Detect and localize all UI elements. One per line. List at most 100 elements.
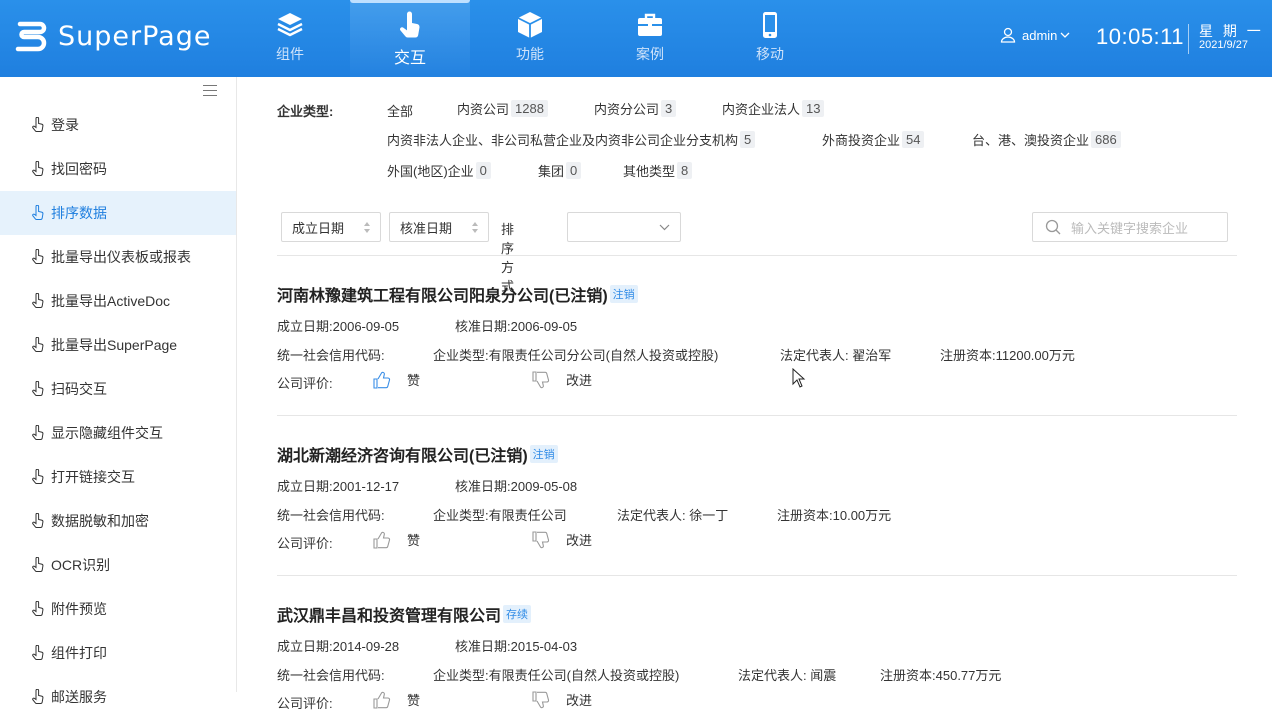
approved-row: 核准日期:2015-04-03 [455, 636, 577, 655]
sidebar-item[interactable]: 找回密码 [0, 147, 236, 191]
status-badge: 注销 [529, 445, 558, 463]
sidebar-item[interactable]: 批量导出ActiveDoc [0, 279, 236, 323]
sidebar-item[interactable]: 排序数据 [0, 191, 236, 235]
sidebar-item[interactable]: 数据脱敏和加密 [0, 499, 236, 543]
company-type-label: 企业类型: [433, 508, 489, 523]
improve-label: 改进 [566, 533, 593, 548]
filter-option[interactable]: 集团 0 [538, 161, 582, 180]
sort-method-select[interactable] [567, 212, 681, 242]
like-button[interactable]: 赞 [373, 690, 420, 709]
filter-option-all[interactable]: 全部 [387, 101, 413, 120]
hand-pointer-icon [32, 513, 44, 529]
improve-button[interactable]: 改进 [532, 530, 592, 549]
hand-pointer-icon [32, 425, 44, 441]
established-row: 成立日期:2014-09-28 [277, 636, 399, 655]
menu-collapse-icon[interactable] [203, 85, 217, 97]
nav-item-features[interactable]: 功能 [470, 0, 590, 77]
filter-option-count: 0 [475, 162, 491, 179]
divider [277, 415, 1237, 416]
superpage-logo-icon [15, 21, 47, 52]
sidebar-item[interactable]: 批量导出仪表板或报表 [0, 235, 236, 279]
filter-option[interactable]: 内资企业法人 13 [722, 99, 825, 118]
sidebar-item[interactable]: 附件预览 [0, 587, 236, 631]
company-name-link[interactable]: 湖北新潮经济咨询有限公司(已注销) 注销 [277, 444, 1237, 465]
sidebar-item-label: 显示隐藏组件交互 [51, 425, 163, 441]
filter-option[interactable]: 台、港、澳投资企业 686 [972, 130, 1121, 149]
hand-pointer-icon [32, 205, 44, 221]
sidebar-item[interactable]: 登录 [0, 103, 236, 147]
company-card: 河南林豫建筑工程有限公司阳泉分公司(已注销) 注销 成立日期:2006-09-05 核… [277, 284, 1237, 391]
nav-label: 交互 [393, 50, 426, 67]
legal-rep-row: 法定代表人: 翟治军 [780, 345, 891, 364]
thumbs-up-icon[interactable] [373, 691, 391, 709]
sidebar-item-label: 排序数据 [51, 205, 107, 221]
sidebar-item[interactable]: 扫码交互 [0, 367, 236, 411]
capital-label: 注册资本: [880, 668, 936, 683]
capital: 10.00万元 [832, 508, 892, 523]
improve-button[interactable]: 改进 [532, 690, 592, 709]
status-badge: 注销 [609, 285, 638, 303]
cube-icon [517, 12, 543, 38]
like-label: 赞 [407, 533, 421, 548]
capital-label: 注册资本: [777, 508, 833, 523]
sort-by-established-button[interactable]: 成立日期 [281, 212, 381, 242]
user-icon [1000, 27, 1016, 43]
nav-item-components[interactable]: 组件 [230, 0, 350, 77]
filter-option-label: 外国(地区)企业 [387, 164, 474, 179]
hand-pointer-icon [32, 557, 44, 573]
nav-item-mobile[interactable]: 移动 [710, 0, 830, 77]
filter-option[interactable]: 外国(地区)企业 0 [387, 161, 491, 180]
sidebar: 登录 找回密码排序数据批量导出仪表板或报表 批量导出ActiveDoc 批量导出Sup… [0, 77, 237, 705]
filter-option[interactable]: 内资非法人企业、非公司私营企业及内资非公司企业分支机构 5 [387, 130, 756, 149]
improve-button[interactable]: 改进 [532, 370, 592, 389]
thumbs-up-icon[interactable] [373, 531, 391, 549]
filter-option[interactable]: 外商投资企业 54 [822, 130, 925, 149]
sidebar-item[interactable]: 打开链接交互 [0, 455, 236, 499]
improve-label: 改进 [566, 693, 593, 708]
legal-rep-row: 法定代表人: 闻震 [738, 665, 836, 684]
hand-pointer-icon [32, 249, 44, 265]
sidebar-item[interactable]: OCR识别 [0, 543, 236, 587]
established-date: 2014-09-28 [332, 639, 400, 654]
sidebar-item[interactable]: 批量导出SuperPage [0, 323, 236, 367]
filter-option-label: 其他类型 [623, 164, 676, 179]
clock-time: 10:05:11 [1096, 24, 1185, 49]
credit-code-label: 统一社会信用代码: [277, 508, 385, 523]
thumbs-down-icon[interactable] [532, 690, 550, 709]
sort-by-approved-button[interactable]: 核准日期 [389, 212, 489, 242]
filter-option-count: 54 [902, 131, 925, 148]
sidebar-item[interactable]: 组件打印 [0, 631, 236, 675]
sidebar-item[interactable]: 邮送服务 [0, 675, 236, 719]
hand-pointer-icon [32, 117, 44, 133]
filter-option[interactable]: 内资分公司 3 [594, 99, 677, 118]
established-label: 成立日期: [277, 639, 333, 654]
company-search-input[interactable]: 输入关键字搜索企业 [1032, 212, 1228, 242]
company-name-link[interactable]: 河南林豫建筑工程有限公司阳泉分公司(已注销) 注销 [277, 284, 1237, 305]
hand-pointer-icon [32, 381, 44, 397]
sort-field-label: 核准日期 [400, 220, 453, 236]
capital-label: 注册资本: [940, 348, 996, 363]
like-button[interactable]: 赞 [373, 370, 420, 389]
thumbs-down-icon[interactable] [532, 370, 550, 389]
thumbs-down-icon[interactable] [532, 530, 550, 549]
approved-row: 核准日期:2006-09-05 [455, 316, 577, 335]
capital-row: 注册资本:450.77万元 [880, 665, 1001, 684]
filter-option[interactable]: 内资公司 1288 [457, 99, 548, 118]
legal-rep-label: 法定代表人: [617, 508, 686, 523]
thumbs-up-icon[interactable] [373, 371, 391, 389]
like-button[interactable]: 赞 [373, 530, 420, 549]
approved-date: 2009-05-08 [510, 479, 578, 494]
filter-option-count: 8 [677, 162, 693, 179]
company-type-label: 企业类型: [433, 668, 489, 683]
company-card: 武汉鼎丰昌和投资管理有限公司 存续 成立日期:2014-09-28 核准日期:2015… [277, 604, 1237, 711]
established-label: 成立日期: [277, 479, 333, 494]
nav-item-interaction[interactable]: 交互 [350, 0, 470, 77]
hand-pointer-icon [32, 689, 44, 705]
company-name-link[interactable]: 武汉鼎丰昌和投资管理有限公司 存续 [277, 604, 1237, 625]
filter-option[interactable]: 其他类型 8 [623, 161, 693, 180]
user-menu[interactable]: admin [1000, 27, 1076, 43]
brand-logo[interactable]: SuperPage [12, 18, 211, 54]
filter-option-label: 内资非法人企业、非公司私营企业及内资非公司企业分支机构 [387, 133, 739, 148]
nav-item-cases[interactable]: 案例 [590, 0, 710, 77]
sidebar-item[interactable]: 显示隐藏组件交互 [0, 411, 236, 455]
